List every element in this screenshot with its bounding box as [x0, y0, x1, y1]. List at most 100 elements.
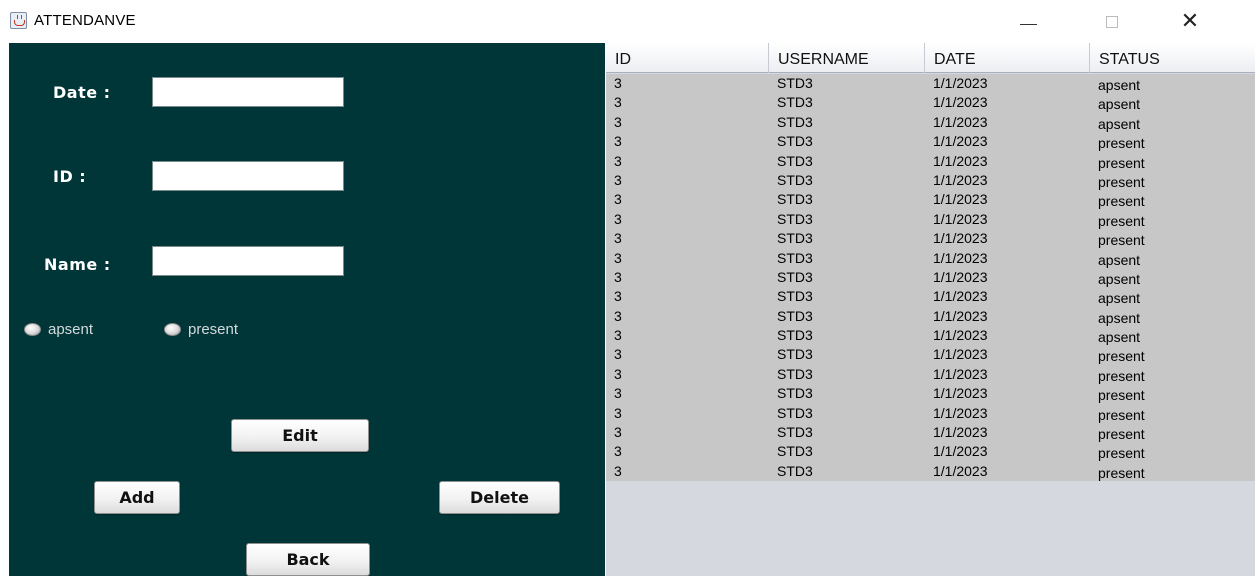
cell-date: 1/1/2023 [933, 424, 988, 441]
table-row[interactable]: 3 STD3 1/1/2023 apsent [606, 74, 1255, 93]
add-button[interactable]: Add [94, 481, 180, 514]
name-label: Name : [44, 255, 111, 274]
apsent-radio-label: apsent [48, 321, 94, 338]
cell-id: 3 [614, 94, 622, 111]
table-row[interactable]: 3 STD3 1/1/2023 present [606, 345, 1255, 364]
table-row[interactable]: 3 STD3 1/1/2023 present [606, 365, 1255, 384]
cell-status: present [1098, 173, 1145, 190]
column-header-date[interactable]: DATE [925, 43, 1090, 73]
cell-status: present [1098, 387, 1145, 404]
cell-id: 3 [614, 288, 622, 305]
cell-date: 1/1/2023 [933, 385, 988, 402]
cell-id: 3 [614, 152, 622, 169]
cell-id: 3 [614, 210, 622, 227]
table-row[interactable]: 3 STD3 1/1/2023 present [606, 229, 1255, 248]
maximize-button[interactable] [1084, 0, 1140, 43]
table-row[interactable]: 3 STD3 1/1/2023 present [606, 384, 1255, 403]
cell-id: 3 [614, 171, 622, 188]
cell-status: present [1098, 154, 1145, 171]
table-row[interactable]: 3 STD3 1/1/2023 present [606, 423, 1255, 442]
cell-id: 3 [614, 268, 622, 285]
cell-date: 1/1/2023 [933, 268, 988, 285]
cell-username: STD3 [777, 404, 813, 421]
cell-id: 3 [614, 307, 622, 324]
id-label: ID : [53, 167, 87, 186]
cell-date: 1/1/2023 [933, 462, 988, 479]
column-header-id[interactable]: ID [606, 43, 769, 73]
table-row[interactable]: 3 STD3 1/1/2023 apsent [606, 307, 1255, 326]
cell-username: STD3 [777, 152, 813, 169]
cell-username: STD3 [777, 249, 813, 266]
table-row[interactable]: 3 STD3 1/1/2023 apsent [606, 113, 1255, 132]
edit-button[interactable]: Edit [231, 419, 369, 452]
table-row[interactable]: 3 STD3 1/1/2023 apsent [606, 326, 1255, 345]
cell-status: present [1098, 212, 1145, 229]
cell-date: 1/1/2023 [933, 113, 988, 130]
cell-id: 3 [614, 191, 622, 208]
table-row[interactable]: 3 STD3 1/1/2023 present [606, 442, 1255, 461]
table-row[interactable]: 3 STD3 1/1/2023 apsent [606, 287, 1255, 306]
cell-status: present [1098, 135, 1145, 152]
column-header-status[interactable]: STATUS [1090, 43, 1255, 73]
cell-username: STD3 [777, 346, 813, 363]
table-row[interactable]: 3 STD3 1/1/2023 apsent [606, 268, 1255, 287]
cell-username: STD3 [777, 288, 813, 305]
table-row[interactable]: 3 STD3 1/1/2023 apsent [606, 249, 1255, 268]
table-row[interactable]: 3 STD3 1/1/2023 present [606, 190, 1255, 209]
cell-id: 3 [614, 443, 622, 460]
table-row[interactable]: 3 STD3 1/1/2023 present [606, 152, 1255, 171]
cell-status: apsent [1098, 115, 1141, 132]
cell-username: STD3 [777, 327, 813, 344]
radio-unchecked-icon [164, 323, 181, 336]
cell-id: 3 [614, 249, 622, 266]
table-row[interactable]: 3 STD3 1/1/2023 present [606, 132, 1255, 151]
cell-id: 3 [614, 385, 622, 402]
cell-date: 1/1/2023 [933, 327, 988, 344]
table-row[interactable]: 3 STD3 1/1/2023 present [606, 210, 1255, 229]
cell-username: STD3 [777, 113, 813, 130]
cell-status: apsent [1098, 96, 1141, 113]
table-row[interactable]: 3 STD3 1/1/2023 present [606, 462, 1255, 481]
table-header: ID USERNAME DATE STATUS [606, 43, 1255, 73]
delete-button[interactable]: Delete [439, 481, 560, 514]
cell-date: 1/1/2023 [933, 94, 988, 111]
back-button[interactable]: Back [246, 543, 370, 576]
minimize-icon [1019, 24, 1037, 25]
cell-username: STD3 [777, 171, 813, 188]
cell-username: STD3 [777, 365, 813, 382]
cell-status: apsent [1098, 270, 1141, 287]
cell-username: STD3 [777, 424, 813, 441]
cell-username: STD3 [777, 385, 813, 402]
date-field[interactable] [152, 77, 344, 107]
date-label: Date : [53, 83, 111, 102]
apsent-radio[interactable]: apsent [24, 321, 93, 338]
cell-id: 3 [614, 462, 622, 479]
table-row[interactable]: 3 STD3 1/1/2023 present [606, 171, 1255, 190]
name-field[interactable] [152, 246, 344, 276]
cell-status: apsent [1098, 309, 1141, 326]
minimize-button[interactable] [1000, 0, 1056, 43]
table-body: 3 STD3 1/1/2023 apsent 3 STD3 1/1/2023 apsent 3 S… [606, 74, 1255, 482]
table-row[interactable]: 3 STD3 1/1/2023 present [606, 404, 1255, 423]
table-row[interactable]: 3 STD3 1/1/2023 apsent [606, 93, 1255, 112]
present-radio[interactable]: present [164, 321, 238, 338]
column-header-username[interactable]: USERNAME [769, 43, 925, 73]
cell-status: apsent [1098, 290, 1141, 307]
cell-status: present [1098, 464, 1145, 481]
cell-id: 3 [614, 404, 622, 421]
cell-date: 1/1/2023 [933, 443, 988, 460]
cell-date: 1/1/2023 [933, 191, 988, 208]
cell-id: 3 [614, 230, 622, 247]
cell-date: 1/1/2023 [933, 288, 988, 305]
id-field[interactable] [152, 161, 344, 191]
cell-status: apsent [1098, 251, 1141, 268]
cell-date: 1/1/2023 [933, 230, 988, 247]
present-radio-label: present [188, 321, 239, 338]
cell-username: STD3 [777, 307, 813, 324]
cell-username: STD3 [777, 94, 813, 111]
cell-date: 1/1/2023 [933, 171, 988, 188]
window-titlebar: ATTENDANVE ✕ [0, 0, 1255, 43]
cell-id: 3 [614, 365, 622, 382]
close-button[interactable]: ✕ [1162, 0, 1218, 43]
cell-status: apsent [1098, 77, 1141, 93]
